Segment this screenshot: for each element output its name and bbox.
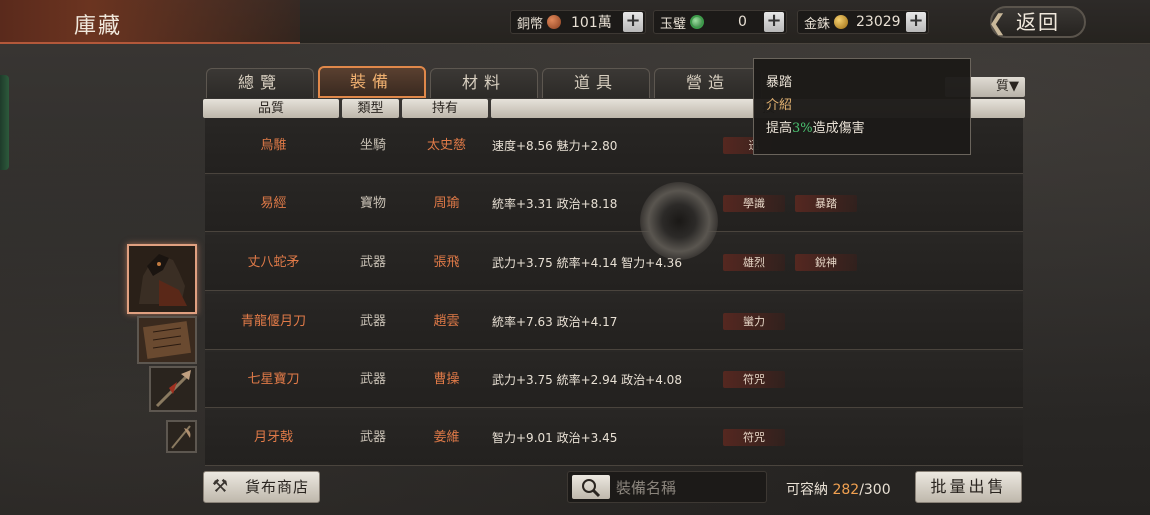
skill-tag[interactable]: 銳神 xyxy=(795,254,857,271)
item-type: 武器 xyxy=(359,372,386,387)
jade-disc-icon xyxy=(690,15,705,29)
gold-coin-icon xyxy=(834,15,849,29)
item-stats: 武力+3.75 統率+2.94 政治+4.08 xyxy=(492,373,682,387)
column-owner[interactable]: 持有 xyxy=(402,99,488,118)
item-name: 烏騅 xyxy=(260,138,287,153)
table-row[interactable]: 丈八蛇矛 武器 張飛 武力+3.75 統率+4.14 智力+4.36 雄烈 銳神 xyxy=(205,235,1023,291)
currency-copper: 銅幣 101萬 + xyxy=(510,10,646,34)
column-quality[interactable]: 品質 xyxy=(203,99,339,118)
column-type[interactable]: 類型 xyxy=(342,99,399,118)
spear-weapon-icon xyxy=(151,368,195,410)
item-name: 青龍偃月刀 xyxy=(240,314,306,329)
bulk-sell-button[interactable]: 批量出售 xyxy=(915,471,1022,503)
item-stats: 速度+8.56 魅力+2.80 xyxy=(492,139,618,153)
search-bar xyxy=(567,471,767,503)
item-thumbnail[interactable] xyxy=(137,316,197,364)
item-name: 七星寶刀 xyxy=(247,372,300,387)
tooltip-description: 提高3%造成傷害 xyxy=(766,117,958,136)
currency-label: 金銖 xyxy=(804,16,831,32)
table-row[interactable]: 月牙戟 武器 姜維 智力+9.01 政治+3.45 符咒 xyxy=(205,410,1023,466)
tab-overview[interactable]: 總覽 xyxy=(206,68,314,98)
return-button[interactable]: ❮ 返回 xyxy=(988,6,1086,38)
table-row[interactable]: 七星寶刀 武器 曹操 武力+3.75 統率+2.94 政治+4.08 符咒 xyxy=(205,352,1023,408)
add-jade-button[interactable]: + xyxy=(764,12,784,32)
tab-equipment[interactable]: 裝備 xyxy=(318,66,426,98)
desc-highlight: 3% xyxy=(792,121,813,136)
item-type: 武器 xyxy=(359,430,386,445)
skill-tooltip: 暴踏 介紹 提高3%造成傷害 xyxy=(753,58,971,155)
search-input[interactable] xyxy=(616,478,764,498)
tooltip-section: 介紹 xyxy=(766,98,793,113)
currency-label: 玉璧 xyxy=(660,16,687,32)
search-icon xyxy=(582,479,601,498)
tab-construction[interactable]: 營造 xyxy=(654,68,762,98)
item-name: 易經 xyxy=(260,196,287,211)
item-type: 坐騎 xyxy=(359,138,386,153)
tab-materials[interactable]: 材料 xyxy=(430,68,538,98)
skill-tag[interactable]: 雄烈 xyxy=(723,254,785,271)
loading-spinner-icon xyxy=(640,182,718,260)
capacity-label: 可容納 xyxy=(786,482,828,498)
table-row[interactable]: 青龍偃月刀 武器 趙雲 統率+7.63 政治+4.17 蠻力 xyxy=(205,294,1023,350)
item-owner: 張飛 xyxy=(433,255,460,270)
title-banner: 庫藏 xyxy=(0,0,300,44)
item-type: 寶物 xyxy=(359,196,386,211)
copper-coin-icon xyxy=(547,15,562,29)
shop-label: 貨布商店 xyxy=(244,478,309,496)
skill-tag[interactable]: 暴踏 xyxy=(795,195,857,212)
currency-gold: 金銖 23029 + xyxy=(797,10,929,34)
currency-amount: 101萬 xyxy=(571,15,612,31)
scroll-book-icon xyxy=(139,318,195,362)
desc-prefix: 提高 xyxy=(766,121,793,136)
skill-tag[interactable]: 蠻力 xyxy=(723,313,785,330)
side-drawer-handle[interactable] xyxy=(0,75,9,170)
item-thumbnail[interactable] xyxy=(166,420,197,453)
return-label: 返回 xyxy=(1016,10,1060,34)
item-owner: 太史慈 xyxy=(426,138,466,153)
add-copper-button[interactable]: + xyxy=(623,12,643,32)
currency-amount: 0 xyxy=(738,14,747,30)
item-stats: 智力+9.01 政治+3.45 xyxy=(492,431,618,445)
item-stats: 統率+7.63 政治+4.17 xyxy=(492,315,618,329)
item-name: 月牙戟 xyxy=(253,430,293,445)
skill-tag[interactable]: 學識 xyxy=(723,195,785,212)
capacity-indicator: 可容納 282/300 xyxy=(786,479,891,499)
horse-warrior-icon xyxy=(129,246,195,312)
table-row[interactable]: 易經 寶物 周瑜 統率+3.31 政治+8.18 學識 暴踏 xyxy=(205,176,1023,232)
currency-amount: 23029 xyxy=(856,14,901,30)
skill-tag[interactable]: 符咒 xyxy=(723,429,785,446)
item-name: 丈八蛇矛 xyxy=(247,255,300,270)
item-owner: 姜維 xyxy=(433,430,460,445)
item-owner: 曹操 xyxy=(433,372,460,387)
item-owner: 趙雲 xyxy=(433,314,460,329)
add-gold-button[interactable]: + xyxy=(906,12,926,32)
selected-item-portrait[interactable] xyxy=(127,244,197,314)
currency-label: 銅幣 xyxy=(517,16,544,32)
tab-items[interactable]: 道具 xyxy=(542,68,650,98)
item-type: 武器 xyxy=(359,255,386,270)
capacity-total: /300 xyxy=(859,482,891,498)
halberd-weapon-icon xyxy=(168,422,195,451)
skill-tag[interactable]: 符咒 xyxy=(723,371,785,388)
desc-suffix: 造成傷害 xyxy=(812,121,865,136)
back-arrow-icon: ❮ xyxy=(988,11,1009,36)
shop-icon: ⚒ xyxy=(212,476,230,497)
currency-jade: 玉璧 0 + xyxy=(653,10,787,34)
page-title: 庫藏 xyxy=(74,14,123,39)
capacity-current: 282 xyxy=(832,482,860,498)
item-type: 武器 xyxy=(359,314,386,329)
search-button[interactable] xyxy=(572,475,610,499)
tooltip-title: 暴踏 xyxy=(766,75,793,90)
currency-shop-button[interactable]: ⚒ 貨布商店 xyxy=(203,471,320,503)
item-thumbnail[interactable] xyxy=(149,366,197,412)
item-owner: 周瑜 xyxy=(433,196,460,211)
